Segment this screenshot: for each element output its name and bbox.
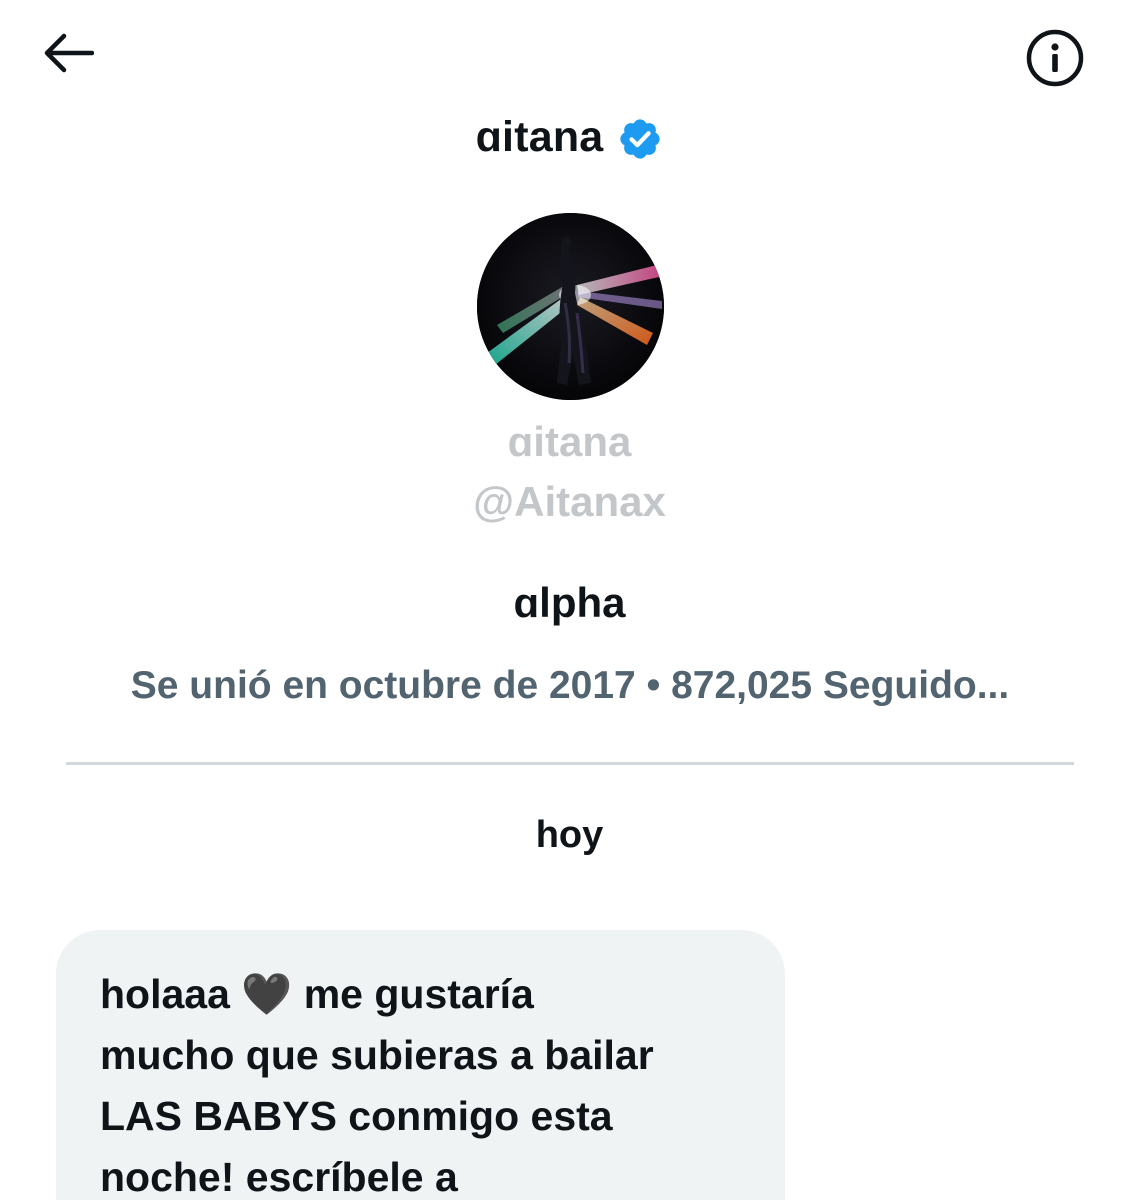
profile-avatar[interactable]: [477, 213, 664, 400]
conversation-header: ɑitana: [0, 112, 1139, 162]
date-separator: hoy: [535, 814, 604, 856]
dm-conversation-screen: ɑitana ɑitana @Aitanax ɑlpha Se unió en …: [0, 0, 1139, 1200]
divider: [66, 762, 1074, 765]
profile-display-name[interactable]: ɑitana: [0, 418, 1139, 466]
message-text: holaaa 🖤 me gustaría mucho que subieras …: [100, 971, 654, 1200]
back-button[interactable]: [28, 24, 108, 82]
profile-bio: ɑlpha: [513, 579, 626, 626]
arrow-left-icon: [44, 33, 94, 73]
profile-join-followers: Se unió en octubre de 2017 • 872,025 Seg…: [130, 664, 1010, 707]
info-button[interactable]: [1019, 22, 1091, 94]
verified-badge-icon: [620, 119, 661, 159]
profile-photo: [477, 213, 664, 400]
header-title: ɑitana: [475, 112, 604, 161]
received-message-bubble[interactable]: holaaa 🖤 me gustaría mucho que subieras …: [56, 930, 785, 1200]
info-icon: [1026, 29, 1084, 87]
profile-handle[interactable]: @Aitanax: [0, 478, 1139, 526]
